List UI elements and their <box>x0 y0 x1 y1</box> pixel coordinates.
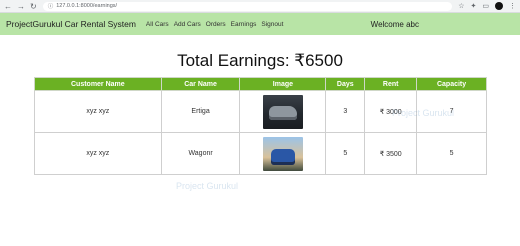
table-header-row: Customer Name Car Name Image Days Rent C… <box>34 77 487 91</box>
header-capacity: Capacity <box>416 77 487 91</box>
info-icon[interactable]: ⓘ <box>48 2 54 10</box>
browser-tools: ☆ ✦ ▭ ⋮ <box>458 2 516 10</box>
nav-earnings[interactable]: Earnings <box>231 21 257 28</box>
cell-image <box>239 132 327 175</box>
car-photo <box>262 136 303 171</box>
earnings-table: Customer Name Car Name Image Days Rent C… <box>34 77 487 175</box>
header-car-name: Car Name <box>160 77 241 91</box>
star-icon[interactable]: ☆ <box>458 2 464 10</box>
header-customer-name: Customer Name <box>34 77 162 91</box>
browser-toolbar: ← → ↻ ⓘ 127.0.0.1:8000/earnings/ ☆ ✦ ▭ ⋮ <box>0 0 520 13</box>
browser-nav: ← → ↻ <box>4 0 37 13</box>
profile-avatar[interactable] <box>495 2 503 10</box>
sidebar-icon[interactable]: ▭ <box>482 2 489 10</box>
cell-capacity: 7 <box>416 90 487 133</box>
header-rent: Rent <box>364 77 418 91</box>
cell-customer: xyz xyz <box>34 132 162 175</box>
cell-rent: ₹ 3000 <box>364 90 418 133</box>
table-row: xyz xyz Wagonr 5 ₹ 3500 5 <box>34 132 487 175</box>
header-days: Days <box>325 77 366 91</box>
cell-days: 5 <box>325 132 366 175</box>
app-navbar: ProjectGurukul Car Rental System All Car… <box>0 13 520 35</box>
cell-image <box>239 90 327 133</box>
address-text: 127.0.0.1:8000/earnings/ <box>56 3 118 9</box>
nav-all-cars[interactable]: All Cars <box>146 21 169 28</box>
nav-links: All Cars Add Cars Orders Earnings Signou… <box>146 21 283 28</box>
cell-car: Wagonr <box>160 132 241 175</box>
back-arrow-icon[interactable]: ← <box>4 0 12 13</box>
brand-link[interactable]: ProjectGurukul Car Rental System <box>6 19 136 29</box>
watermark: Project Gurukul <box>176 181 239 191</box>
nav-add-cars[interactable]: Add Cars <box>174 21 201 28</box>
cell-days: 3 <box>325 90 366 133</box>
nav-signout[interactable]: Signout <box>261 21 283 28</box>
cell-rent: ₹ 3500 <box>364 132 418 175</box>
welcome-text: Welcome abc <box>370 19 419 29</box>
header-image: Image <box>239 77 327 91</box>
page-title: Total Earnings: ₹6500 <box>177 51 343 70</box>
forward-arrow-icon[interactable]: → <box>17 0 25 13</box>
car-photo <box>262 94 303 129</box>
table-row: xyz xyz Ertiga 3 ₹ 3000 7 <box>34 90 487 133</box>
address-bar[interactable]: ⓘ 127.0.0.1:8000/earnings/ <box>42 1 453 11</box>
extensions-icon[interactable]: ✦ <box>471 2 477 10</box>
menu-icon[interactable]: ⋮ <box>509 2 516 10</box>
reload-icon[interactable]: ↻ <box>30 0 37 13</box>
cell-capacity: 5 <box>416 132 487 175</box>
cell-customer: xyz xyz <box>34 90 162 133</box>
cell-car: Ertiga <box>160 90 241 133</box>
nav-orders[interactable]: Orders <box>206 21 226 28</box>
